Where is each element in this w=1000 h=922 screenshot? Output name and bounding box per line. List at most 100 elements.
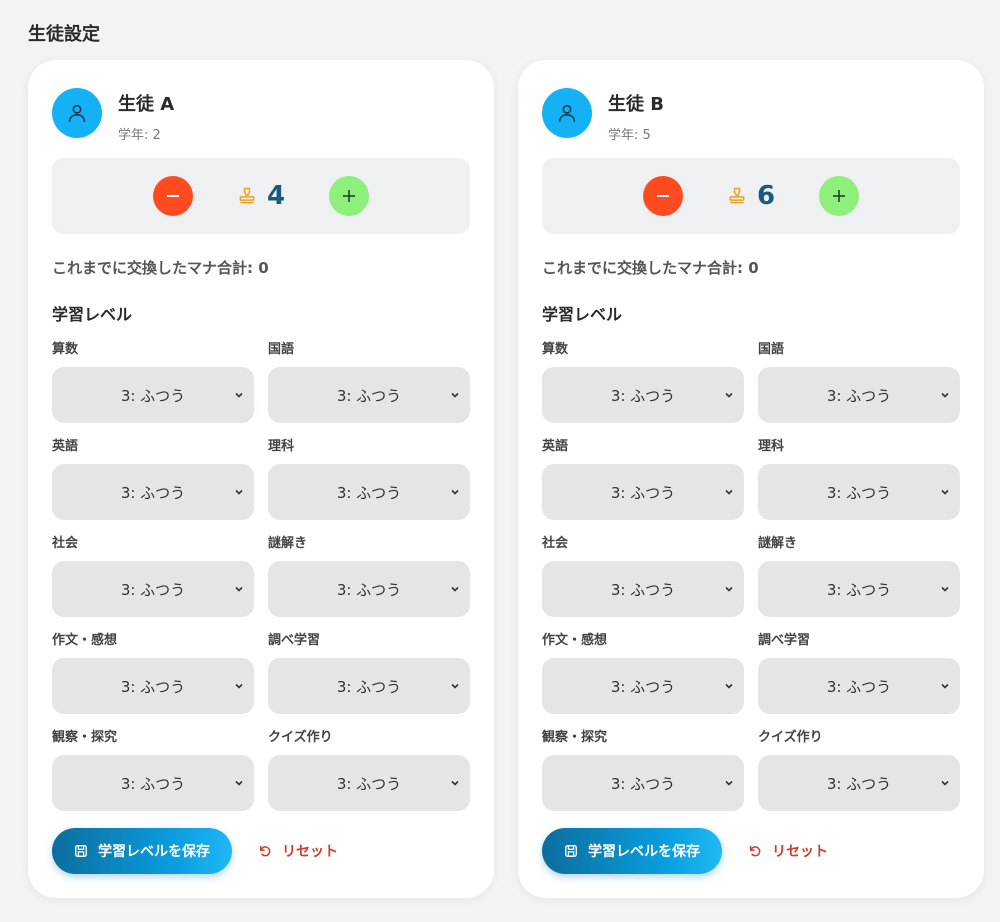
student-header: 生徒 A 学年: 2 [52, 88, 174, 143]
mana-counter: 6 [542, 158, 960, 234]
subject-level-science: 理科 3: ふつう [268, 437, 470, 534]
section-title: 学習レベル [542, 305, 623, 324]
subject-level-math: 算数 3: ふつう [52, 340, 254, 437]
subject-label: 作文・感想 [52, 633, 118, 648]
subject-label: 理科 [758, 439, 785, 454]
save-levels-button[interactable]: 学習レベルを保存 [542, 828, 722, 874]
chevron-down-icon [941, 392, 949, 398]
subject-label: 算数 [542, 342, 569, 357]
save-levels-button[interactable]: 学習レベルを保存 [52, 828, 232, 874]
select-value: 3: ふつう [336, 386, 402, 405]
exchange-total: これまでに交換したマナ合計: 0 [52, 259, 269, 277]
select-value: 3: ふつう [826, 677, 892, 696]
level-select[interactable]: 3: ふつう [542, 755, 744, 811]
subject-level-science: 理科 3: ふつう [758, 437, 960, 534]
subject-level-japanese: 国語 3: ふつう [268, 340, 470, 437]
select-value: 3: ふつう [826, 774, 892, 793]
level-select[interactable]: 3: ふつう [758, 658, 960, 714]
increase-mana-button[interactable] [329, 176, 370, 216]
level-select[interactable]: 3: ふつう [52, 561, 254, 617]
select-value: 3: ふつう [336, 580, 402, 599]
level-select[interactable]: 3: ふつう [542, 561, 744, 617]
reset-button[interactable]: リセット [258, 841, 338, 861]
select-value: 3: ふつう [336, 677, 402, 696]
subject-label: 国語 [268, 342, 295, 357]
subject-label: 英語 [52, 439, 79, 454]
subject-level-grid: 算数 3: ふつう 国語 3: ふつう 英語 3: ふつう 理科 3: ふつう … [542, 340, 960, 825]
decrease-mana-button[interactable] [642, 176, 683, 216]
subject-level-puzzle: 謎解き 3: ふつう [758, 534, 960, 631]
subject-label: 英語 [542, 439, 569, 454]
student-name: 生徒 A [118, 94, 175, 115]
select-value: 3: ふつう [610, 677, 676, 696]
level-select[interactable]: 3: ふつう [542, 658, 744, 714]
save-button-label: 学習レベルを保存 [98, 843, 210, 859]
level-select[interactable]: 3: ふつう [542, 464, 744, 520]
subject-label: クイズ作り [268, 730, 333, 745]
chevron-down-icon [725, 489, 733, 495]
student-grade: 学年: 2 [118, 128, 161, 143]
select-value: 3: ふつう [120, 677, 186, 696]
subject-label: 謎解き [758, 536, 798, 551]
chevron-down-icon [941, 586, 949, 592]
decrease-mana-button[interactable] [152, 176, 193, 216]
select-value: 3: ふつう [826, 580, 892, 599]
level-select[interactable]: 3: ふつう [758, 561, 960, 617]
level-select[interactable]: 3: ふつう [52, 658, 254, 714]
chevron-down-icon [235, 392, 243, 398]
level-select[interactable]: 3: ふつう [268, 561, 470, 617]
subject-level-social: 社会 3: ふつう [542, 534, 744, 631]
save-button-label: 学習レベルを保存 [588, 843, 700, 859]
chevron-down-icon [451, 586, 459, 592]
mana-count: 4 [266, 181, 286, 211]
card-actions: 学習レベルを保存 リセット [52, 828, 338, 874]
subject-level-research: 調べ学習 3: ふつう [268, 631, 470, 728]
select-value: 3: ふつう [120, 774, 186, 793]
subject-label: 理科 [268, 439, 295, 454]
level-select[interactable]: 3: ふつう [268, 464, 470, 520]
subject-label: 算数 [52, 342, 79, 357]
reset-icon [749, 845, 761, 857]
chevron-down-icon [235, 586, 243, 592]
level-select[interactable]: 3: ふつう [268, 367, 470, 423]
level-select[interactable]: 3: ふつう [52, 755, 254, 811]
level-select[interactable]: 3: ふつう [542, 367, 744, 423]
subject-label: 調べ学習 [268, 633, 321, 648]
subject-label: クイズ作り [758, 730, 823, 745]
minus-icon [656, 195, 669, 197]
increase-mana-button[interactable] [819, 176, 860, 216]
page-title: 生徒設定 [28, 24, 100, 45]
subject-level-essay: 作文・感想 3: ふつう [542, 631, 744, 728]
level-select[interactable]: 3: ふつう [758, 464, 960, 520]
select-value: 3: ふつう [610, 580, 676, 599]
level-select[interactable]: 3: ふつう [52, 464, 254, 520]
exchange-total: これまでに交換したマナ合計: 0 [542, 259, 759, 277]
subject-level-grid: 算数 3: ふつう 国語 3: ふつう 英語 3: ふつう 理科 3: ふつう … [52, 340, 470, 825]
level-select[interactable]: 3: ふつう [268, 755, 470, 811]
chevron-down-icon [941, 780, 949, 786]
chevron-down-icon [451, 489, 459, 495]
level-select[interactable]: 3: ふつう [758, 755, 960, 811]
section-title: 学習レベル [52, 305, 133, 324]
subject-label: 謎解き [268, 536, 308, 551]
subject-level-social: 社会 3: ふつう [52, 534, 254, 631]
plus-icon [343, 190, 356, 202]
subject-level-quiz: クイズ作り 3: ふつう [268, 728, 470, 825]
mana-value: 6 [727, 181, 775, 211]
level-select[interactable]: 3: ふつう [758, 367, 960, 423]
subject-label: 社会 [52, 536, 79, 551]
select-value: 3: ふつう [120, 580, 186, 599]
reset-button[interactable]: リセット [748, 841, 828, 861]
subject-label: 国語 [758, 342, 785, 357]
level-select[interactable]: 3: ふつう [268, 658, 470, 714]
chevron-down-icon [235, 780, 243, 786]
chevron-down-icon [725, 586, 733, 592]
chevron-down-icon [941, 683, 949, 689]
subject-level-observation: 観察・探究 3: ふつう [52, 728, 254, 825]
student-grade: 学年: 5 [608, 128, 651, 143]
minus-icon [166, 195, 179, 197]
level-select[interactable]: 3: ふつう [52, 367, 254, 423]
subject-level-quiz: クイズ作り 3: ふつう [758, 728, 960, 825]
save-icon [75, 845, 87, 857]
plus-icon [833, 190, 846, 202]
